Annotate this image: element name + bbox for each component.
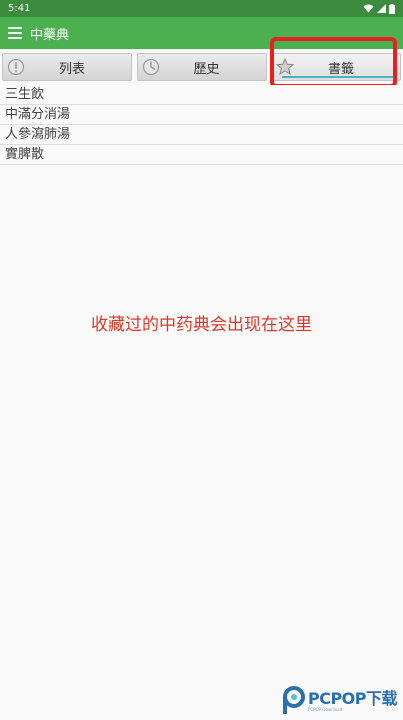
app-bar: 中藥典 [0, 17, 403, 49]
bookmark-list: 三生飲 中滿分消湯 人參瀉肺湯 實脾散 [0, 85, 403, 165]
tab-bookmarks[interactable]: 書籤 [271, 53, 401, 81]
tab-bar: 列表 歷史 書籤 [0, 49, 403, 85]
wifi-icon [363, 4, 374, 13]
watermark-text: PCPOP下载 [307, 688, 398, 708]
menu-icon[interactable] [8, 27, 22, 39]
app-title: 中藥典 [30, 27, 70, 43]
status-time: 5:41 [8, 3, 31, 14]
list-item[interactable]: 三生飲 [0, 85, 403, 105]
status-icons [363, 3, 395, 14]
tab-list[interactable]: 列表 [2, 53, 132, 81]
signal-icon [377, 4, 386, 13]
list-item[interactable]: 人參瀉肺湯 [0, 125, 403, 145]
clock-icon [142, 58, 159, 76]
list-icon [7, 58, 25, 76]
list-item[interactable]: 實脾散 [0, 145, 403, 165]
star-icon [276, 58, 294, 76]
battery-icon [389, 3, 395, 14]
pcpop-logo-icon [282, 686, 305, 714]
watermark: PCPOP下载 PCPOP Download [281, 686, 398, 716]
list-item[interactable]: 中滿分消湯 [0, 105, 403, 125]
annotation-text: 收藏过的中药典会出现在这里 [91, 315, 312, 335]
status-bar: 5:41 [0, 0, 403, 17]
watermark-subtext: PCPOP Download [307, 706, 343, 712]
tab-history[interactable]: 歷史 [136, 53, 267, 81]
